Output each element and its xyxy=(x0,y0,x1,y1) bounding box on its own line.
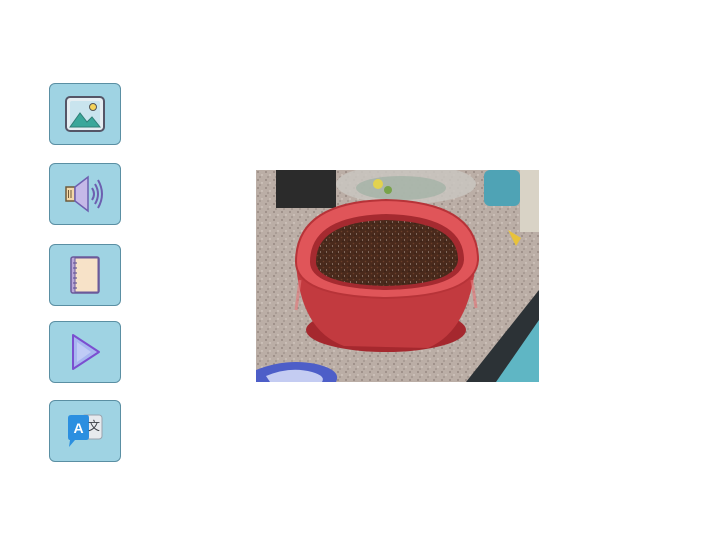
translate-icon: A 文 xyxy=(68,414,103,447)
play-button[interactable] xyxy=(49,321,121,383)
photo-illustration xyxy=(256,170,539,382)
image-button[interactable] xyxy=(49,83,121,145)
translate-glyph-cjk: 文 xyxy=(88,418,100,433)
translate-glyph-latin: A xyxy=(73,420,83,436)
book-icon xyxy=(70,256,100,294)
speaker-icon xyxy=(65,175,103,213)
book-button[interactable] xyxy=(49,244,121,306)
translate-button[interactable]: A 文 xyxy=(49,400,121,462)
media-toolbar: A 文 xyxy=(0,0,160,540)
app-window: A 文 xyxy=(0,0,720,540)
image-icon xyxy=(65,96,105,132)
audio-button[interactable] xyxy=(49,163,121,225)
play-icon xyxy=(72,334,100,370)
pot-of-soil-photo xyxy=(256,170,539,382)
